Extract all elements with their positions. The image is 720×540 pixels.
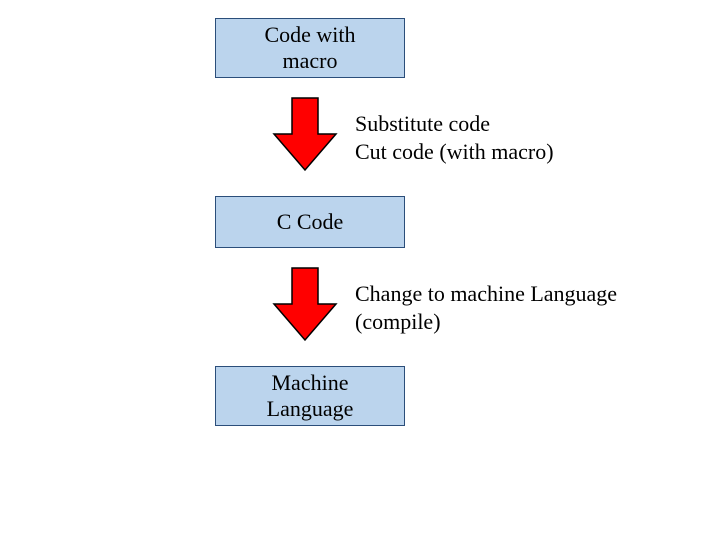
arrow-down-1: [270, 96, 340, 180]
box-code-with-macro: Code withmacro: [215, 18, 405, 78]
down-arrow-icon: [270, 266, 340, 344]
down-arrow-icon: [270, 96, 340, 174]
box-machine-language: MachineLanguage: [215, 366, 405, 426]
label-compile: Change to machine Language(compile): [355, 280, 617, 335]
arrow-down-2: [270, 266, 340, 350]
label-text: Substitute codeCut code (with macro): [355, 111, 554, 164]
box-label: C Code: [277, 209, 344, 235]
box-label: MachineLanguage: [267, 370, 354, 423]
label-text: Change to machine Language(compile): [355, 281, 617, 334]
box-c-code: C Code: [215, 196, 405, 248]
box-label: Code withmacro: [264, 22, 355, 75]
label-substitute: Substitute codeCut code (with macro): [355, 110, 554, 165]
